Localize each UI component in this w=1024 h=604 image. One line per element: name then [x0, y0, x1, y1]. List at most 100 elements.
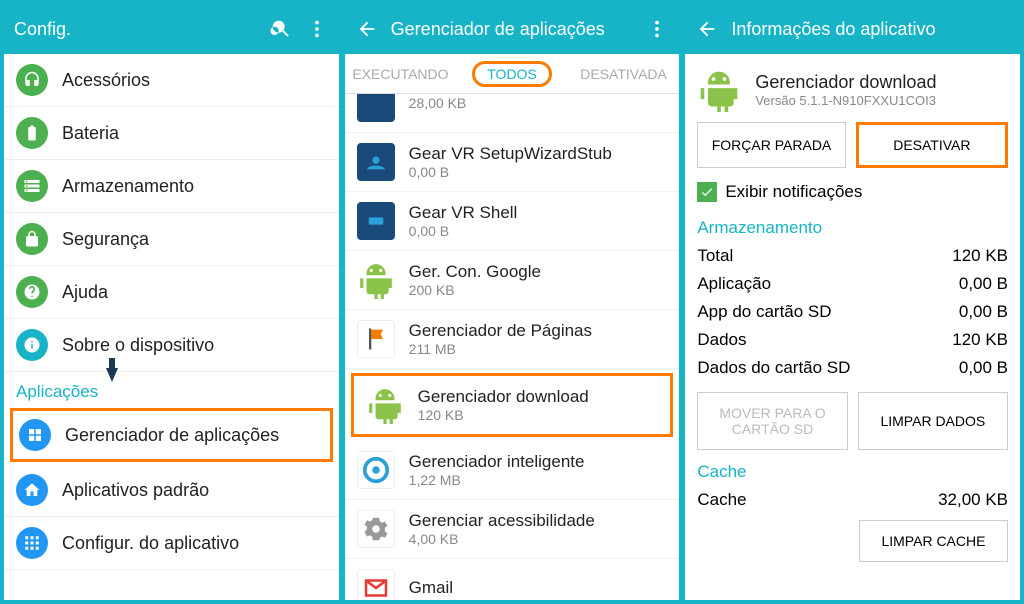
app-size: 0,00 B: [409, 164, 612, 180]
config-item-config-aplicativo[interactable]: Configur. do aplicativo: [4, 517, 339, 570]
tabs: EXECUTANDO TODOS DESATIVADA: [345, 54, 680, 94]
config-item-sobre[interactable]: Sobre o dispositivo: [4, 319, 339, 372]
kv-value: 120 KB: [952, 330, 1008, 350]
action-buttons: FORÇAR PARADA DESATIVAR: [685, 122, 1020, 178]
appbar-title: Config.: [14, 19, 257, 40]
arrow-down-icon: [106, 368, 118, 401]
clear-data-button[interactable]: LIMPAR DADOS: [858, 392, 1008, 450]
config-item-acessorios[interactable]: Acessórios: [4, 54, 339, 107]
config-item-label: Segurança: [62, 229, 149, 250]
app-size: 0,00 B: [409, 223, 518, 239]
tab-executando[interactable]: EXECUTANDO: [345, 54, 457, 93]
gmail-icon: [357, 569, 395, 600]
kv-key: Aplicação: [697, 274, 771, 294]
kv-key: App do cartão SD: [697, 302, 831, 322]
tab-todos[interactable]: TODOS: [456, 54, 568, 93]
kv-value: 0,00 B: [959, 274, 1008, 294]
config-item-label: Configur. do aplicativo: [62, 533, 239, 554]
android-icon: [366, 386, 404, 424]
config-item-label: Sobre o dispositivo: [62, 335, 214, 356]
config-item-bateria[interactable]: Bateria: [4, 107, 339, 160]
android-icon: [697, 68, 741, 112]
back-icon[interactable]: [695, 17, 719, 41]
panel-app-info: Informações do aplicativo Gerenciador do…: [685, 4, 1020, 600]
appbar-app-info: Informações do aplicativo: [685, 4, 1020, 54]
app-list[interactable]: 28,00 KB Gear VR SetupWizardStub 0,00 B …: [345, 94, 680, 600]
tab-desativada[interactable]: DESATIVADA: [568, 54, 680, 93]
section-label: Aplicações: [16, 382, 98, 402]
app-size: 1,22 MB: [409, 472, 585, 488]
checkbox-checked-icon[interactable]: [697, 182, 717, 202]
storage-row-total: Total 120 KB: [685, 242, 1020, 270]
kv-key: Cache: [697, 490, 746, 510]
app-size: 211 MB: [409, 341, 592, 357]
lock-icon: [16, 223, 48, 255]
config-item-label: Acessórios: [62, 70, 150, 91]
config-list: Acessórios Bateria Armazenamento Seguran…: [4, 54, 339, 600]
app-name: Gear VR SetupWizardStub: [409, 144, 612, 164]
app-name: Gerenciar acessibilidade: [409, 511, 595, 531]
section-armazenamento: Armazenamento: [685, 212, 1020, 242]
app-row-gear-vr-setup[interactable]: Gear VR SetupWizardStub 0,00 B: [345, 133, 680, 192]
app-name: Ger. Con. Google: [409, 262, 541, 282]
section-aplicacoes: Aplicações: [4, 372, 339, 406]
config-item-label: Gerenciador de aplicações: [65, 425, 279, 446]
app-info-version: Versão 5.1.1-N910FXXU1COI3: [755, 93, 936, 108]
app-row-gerenciador-inteligente[interactable]: Gerenciador inteligente 1,22 MB: [345, 441, 680, 500]
grid-icon: [16, 527, 48, 559]
kv-value: 120 KB: [952, 246, 1008, 266]
app-name: Gerenciador inteligente: [409, 452, 585, 472]
flag-icon: [357, 320, 395, 358]
storage-icon: [16, 170, 48, 202]
config-item-gerenciador-aplicacoes[interactable]: Gerenciador de aplicações: [10, 408, 333, 462]
kv-key: Total: [697, 246, 733, 266]
appbar-title: Gerenciador de aplicações: [391, 19, 634, 40]
app-row-gerenciador-download[interactable]: Gerenciador download 120 KB: [351, 373, 674, 437]
disable-button[interactable]: DESATIVAR: [856, 122, 1008, 168]
section-cache: Cache: [685, 456, 1020, 486]
kv-key: Dados: [697, 330, 746, 350]
app-row-gerenciar-acessibilidade[interactable]: Gerenciar acessibilidade 4,00 KB: [345, 500, 680, 559]
app-row-gmail[interactable]: Gmail: [345, 559, 680, 600]
storage-row-dados-sd: Dados do cartão SD 0,00 B: [685, 354, 1020, 382]
config-item-seguranca[interactable]: Segurança: [4, 213, 339, 266]
back-icon[interactable]: [355, 17, 379, 41]
app-row-ger-con-google[interactable]: Ger. Con. Google 200 KB: [345, 251, 680, 310]
storage-row-aplicacao: Aplicação 0,00 B: [685, 270, 1020, 298]
app-name: Gear VR Shell: [409, 203, 518, 223]
clear-cache-button[interactable]: LIMPAR CACHE: [859, 520, 1008, 562]
smart-manager-icon: [357, 451, 395, 489]
kv-key: Dados do cartão SD: [697, 358, 850, 378]
app-info-content: Gerenciador download Versão 5.1.1-N910FX…: [685, 54, 1020, 600]
more-icon[interactable]: [645, 17, 669, 41]
kv-value: 0,00 B: [959, 358, 1008, 378]
appbar-app-manager: Gerenciador de aplicações: [345, 4, 680, 54]
panel-app-manager: Gerenciador de aplicações EXECUTANDO TOD…: [345, 4, 680, 600]
storage-buttons: MOVER PARA O CARTÃO SD LIMPAR DADOS: [685, 382, 1020, 456]
apps-icon: [19, 419, 51, 451]
config-item-label: Armazenamento: [62, 176, 194, 197]
app-row-partial[interactable]: 28,00 KB: [345, 94, 680, 133]
search-icon[interactable]: [269, 17, 293, 41]
gear-icon: [357, 510, 395, 548]
force-stop-button[interactable]: FORÇAR PARADA: [697, 122, 845, 168]
app-row-gerenciador-paginas[interactable]: Gerenciador de Páginas 211 MB: [345, 310, 680, 369]
app-size: 4,00 KB: [409, 531, 595, 547]
app-row-gear-vr-shell[interactable]: Gear VR Shell 0,00 B: [345, 192, 680, 251]
app-size: 28,00 KB: [409, 95, 467, 111]
app-info-name: Gerenciador download: [755, 72, 936, 93]
config-item-label: Aplicativos padrão: [62, 480, 209, 501]
config-item-armazenamento[interactable]: Armazenamento: [4, 160, 339, 213]
storage-row-dados: Dados 120 KB: [685, 326, 1020, 354]
help-icon: [16, 276, 48, 308]
config-item-ajuda[interactable]: Ajuda: [4, 266, 339, 319]
home-icon: [16, 474, 48, 506]
kv-value: 32,00 KB: [938, 490, 1008, 510]
notifications-checkbox-row[interactable]: Exibir notificações: [685, 178, 1020, 212]
config-item-aplicativos-padrao[interactable]: Aplicativos padrão: [4, 464, 339, 517]
more-icon[interactable]: [305, 17, 329, 41]
appbar-title: Informações do aplicativo: [731, 19, 1010, 40]
cache-row: Cache 32,00 KB: [685, 486, 1020, 514]
checkbox-label: Exibir notificações: [725, 182, 862, 202]
headset-icon: [16, 64, 48, 96]
